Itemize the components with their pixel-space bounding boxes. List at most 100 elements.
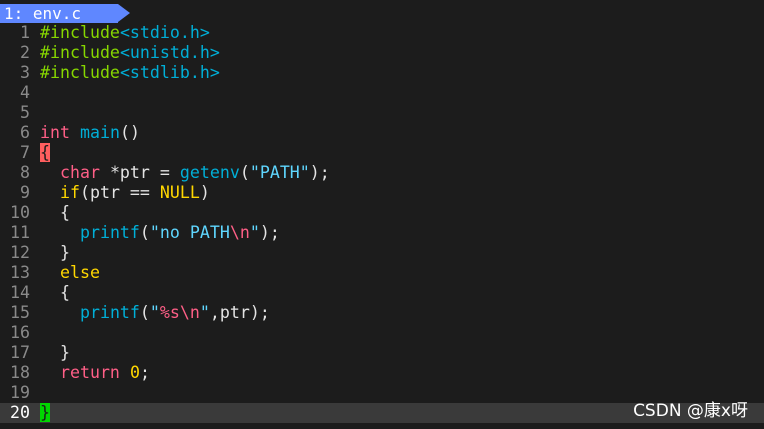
code-token: #include xyxy=(40,63,120,82)
code-token: ; xyxy=(139,363,150,382)
line-number: 17 xyxy=(10,343,30,362)
line-number: 19 xyxy=(10,383,30,402)
line-number: 15 xyxy=(10,303,30,322)
line-number: 13 xyxy=(10,263,30,282)
tab-env-c[interactable]: 1: env.c xyxy=(0,4,118,23)
code-token: <stdlib.h> xyxy=(119,63,220,82)
code-token: } xyxy=(40,343,70,362)
code-line[interactable]: 7{ xyxy=(0,143,764,163)
code-line[interactable]: 13 else xyxy=(0,263,764,283)
line-number: 3 xyxy=(20,63,30,82)
code-token: } xyxy=(40,403,50,422)
code-token: *ptr = xyxy=(99,163,180,182)
line-number: 9 xyxy=(20,183,30,202)
code-line[interactable]: 6 int main() xyxy=(0,123,764,143)
line-number: 1 xyxy=(20,23,30,42)
code-token: } xyxy=(40,243,70,262)
code-token: <stdio.h> xyxy=(119,23,210,42)
code-text: return 0; xyxy=(40,363,150,383)
line-number: 4 xyxy=(20,83,30,102)
code-line[interactable]: 17 } xyxy=(0,343,764,363)
code-text: #include<stdio.h> xyxy=(40,23,210,43)
code-token: #include xyxy=(40,23,120,42)
code-token: { xyxy=(40,283,70,302)
code-token: char xyxy=(59,163,100,182)
code-token: ); xyxy=(309,163,330,182)
code-line[interactable]: 9 if(ptr == NULL) xyxy=(0,183,764,203)
code-line[interactable]: 5 xyxy=(0,103,764,123)
code-line[interactable]: 4 xyxy=(0,83,764,103)
code-token: <unistd.h> xyxy=(119,43,220,62)
line-number: 11 xyxy=(10,223,30,242)
code-token: () xyxy=(119,123,140,142)
code-token: printf xyxy=(79,303,140,322)
line-number: 8 xyxy=(20,163,30,182)
code-token: \n xyxy=(229,223,250,242)
line-number: 2 xyxy=(20,43,30,62)
code-line[interactable]: 8 char *ptr = getenv("PATH"); xyxy=(0,163,764,183)
code-line[interactable]: 12 } xyxy=(0,243,764,263)
code-text: { xyxy=(40,283,70,303)
code-token: %s\n xyxy=(159,303,200,322)
code-token: NULL xyxy=(159,183,200,202)
code-text: } xyxy=(40,243,70,263)
code-token: "no PATH xyxy=(149,223,230,242)
code-editor[interactable]: 1 #include<stdio.h> 2 #include<unistd.h> 3 #i… xyxy=(0,23,764,423)
code-token: ); xyxy=(259,223,280,242)
code-token: int xyxy=(40,123,70,142)
line-number: 16 xyxy=(10,323,30,342)
code-token: getenv xyxy=(179,163,240,182)
code-text: else xyxy=(40,263,100,283)
code-line[interactable]: 3 #include<stdlib.h> xyxy=(0,63,764,83)
code-line[interactable]: 18 return 0; xyxy=(0,363,764,383)
code-line[interactable]: 10 { xyxy=(0,203,764,223)
watermark: CSDN @康x呀 xyxy=(633,401,748,421)
code-text: } xyxy=(40,343,70,363)
code-token: main xyxy=(79,123,120,142)
tab-arrow-icon xyxy=(118,4,130,22)
code-text: printf("%s\n",ptr); xyxy=(40,303,270,323)
line-number: 10 xyxy=(10,203,30,222)
code-token: ) xyxy=(199,183,210,202)
code-token: " xyxy=(199,303,210,322)
code-line[interactable]: 15 printf("%s\n",ptr); xyxy=(0,303,764,323)
line-number: 20 xyxy=(10,403,30,422)
line-number: 14 xyxy=(10,283,30,302)
code-line[interactable]: 14 { xyxy=(0,283,764,303)
code-text: char *ptr = getenv("PATH"); xyxy=(40,163,330,183)
tab-bar: 1: env.c xyxy=(0,0,764,23)
code-text: { xyxy=(40,143,50,163)
code-text: { xyxy=(40,203,70,223)
code-token: if xyxy=(59,183,80,202)
code-line[interactable]: 2 #include<unistd.h> xyxy=(0,43,764,63)
line-number: 7 xyxy=(20,143,30,162)
code-token: else xyxy=(59,263,100,282)
line-number: 6 xyxy=(20,123,30,142)
code-text: if(ptr == NULL) xyxy=(40,183,210,203)
code-text: printf("no PATH\n"); xyxy=(40,223,280,243)
code-token: ( xyxy=(139,223,150,242)
code-token: ( xyxy=(239,163,250,182)
vim-editor-window: 1: env.c 1 #include<stdio.h> 2 #include<uni… xyxy=(0,0,764,429)
code-token: " xyxy=(249,223,260,242)
code-line[interactable]: 1 #include<stdio.h> xyxy=(0,23,764,43)
code-token: 0 xyxy=(129,363,140,382)
code-token: printf xyxy=(79,223,140,242)
code-text: } xyxy=(40,403,50,423)
line-number: 12 xyxy=(10,243,30,262)
code-token: (ptr == xyxy=(79,183,160,202)
code-line[interactable]: 16 xyxy=(0,323,764,343)
code-text: int main() xyxy=(40,123,140,143)
code-text: #include<stdlib.h> xyxy=(40,63,220,83)
code-token: ,ptr); xyxy=(209,303,270,322)
code-token: #include xyxy=(40,43,120,62)
code-token: ( xyxy=(139,303,150,322)
code-line[interactable]: 11 printf("no PATH\n"); xyxy=(0,223,764,243)
